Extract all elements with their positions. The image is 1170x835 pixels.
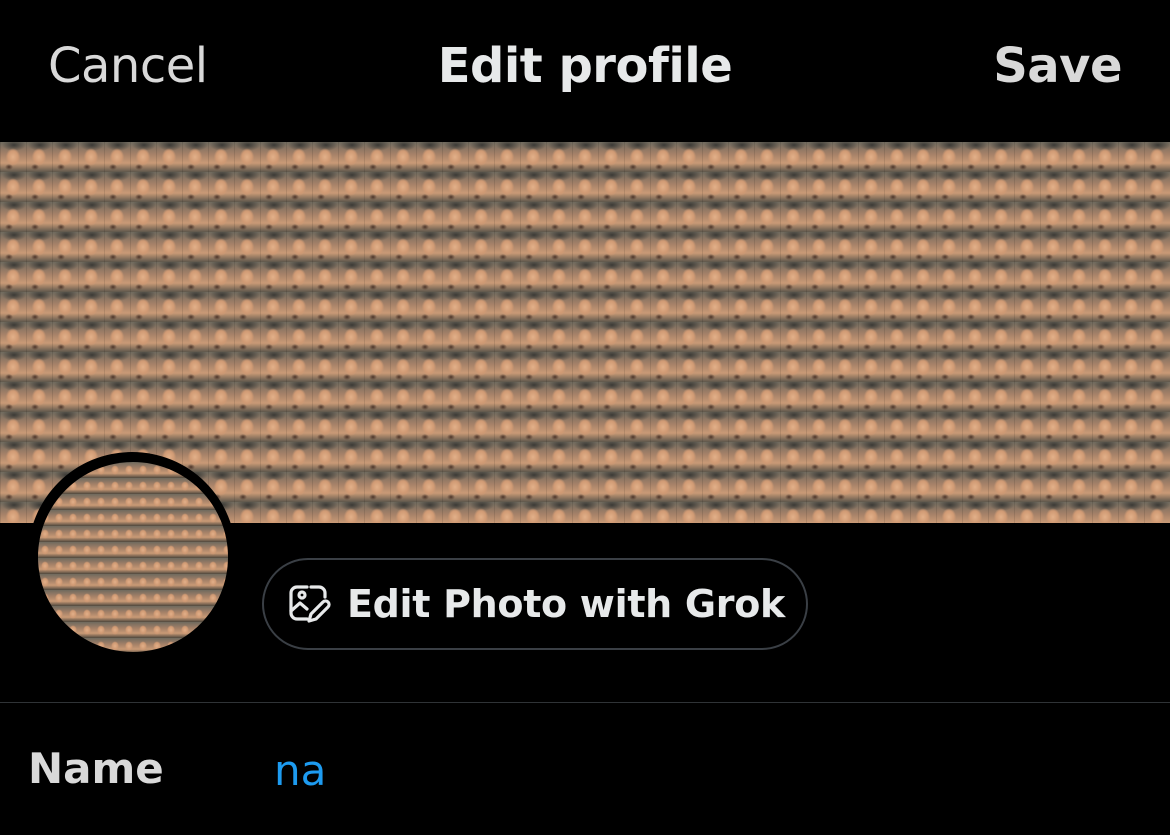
section-divider (0, 702, 1170, 703)
top-navigation-bar: Cancel Edit profile Save (0, 0, 1170, 142)
edit-photo-with-grok-label: Edit Photo with Grok (347, 582, 785, 626)
edit-photo-with-grok-button[interactable]: Edit Photo with Grok (262, 558, 808, 650)
name-field-label: Name (28, 744, 164, 793)
image-edit-icon (285, 581, 331, 627)
save-button[interactable]: Save (993, 38, 1122, 94)
name-input[interactable] (274, 740, 1134, 800)
avatar[interactable] (38, 462, 228, 652)
